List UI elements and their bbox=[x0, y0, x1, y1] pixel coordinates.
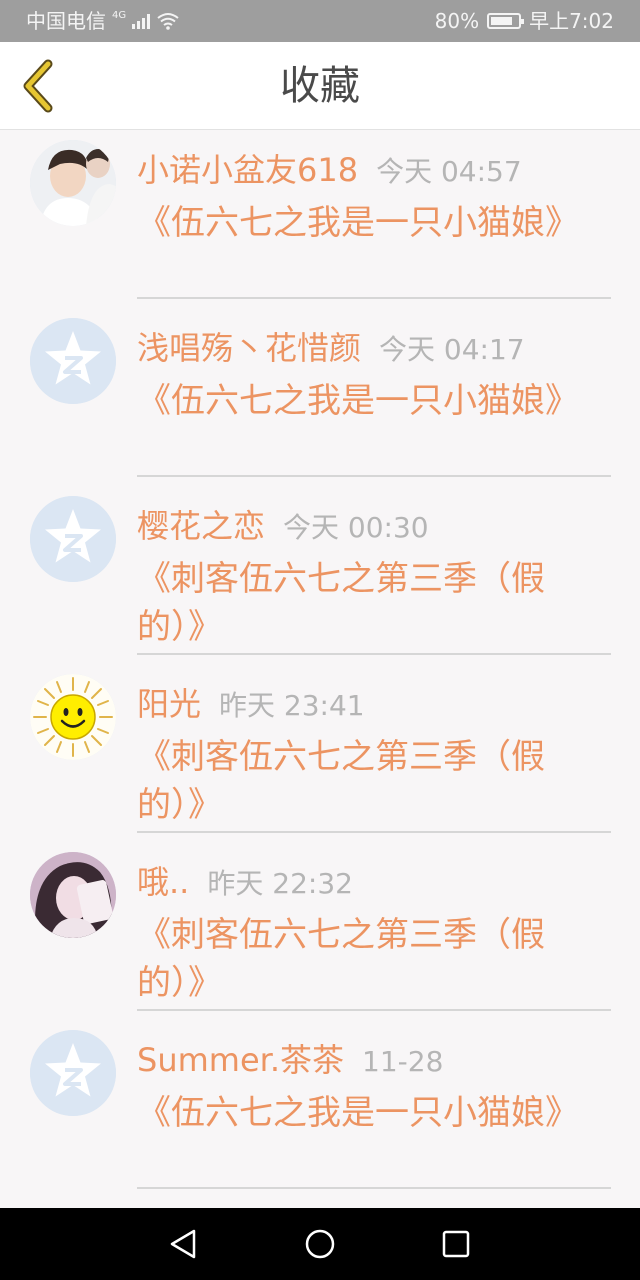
user-name[interactable]: Summer.茶茶 bbox=[137, 1035, 344, 1081]
signal-icon bbox=[132, 13, 151, 29]
photo-girl-icon bbox=[30, 852, 116, 938]
item-text: 阳光 昨天 23:41 《刺客伍六七之第三季（假的）》 bbox=[137, 679, 582, 829]
sun-smiley-icon bbox=[30, 674, 116, 760]
user-name[interactable]: 哦.. bbox=[137, 857, 189, 903]
item-time: 11-28 bbox=[362, 1045, 444, 1078]
book-title[interactable]: 《刺客伍六七之第三季（假的）》 bbox=[137, 911, 582, 1007]
item-time: 今天 04:57 bbox=[376, 155, 522, 188]
user-name[interactable]: 阳光 bbox=[137, 679, 201, 725]
book-title[interactable]: 《刺客伍六七之第三季（假的）》 bbox=[137, 555, 582, 651]
user-name[interactable]: 樱花之恋 bbox=[137, 501, 265, 547]
item-time: 今天 00:30 bbox=[283, 511, 429, 544]
item-text: Summer.茶茶 11-28 《伍六七之我是一只小猫娘》 bbox=[137, 1035, 582, 1137]
divider bbox=[137, 653, 611, 655]
user-name[interactable]: 小诺小盆友618 bbox=[137, 145, 358, 191]
avatar[interactable] bbox=[30, 1030, 116, 1116]
item-text: 小诺小盆友618 今天 04:57 《伍六七之我是一只小猫娘》 bbox=[137, 145, 582, 247]
carrier-label: 中国电信 bbox=[26, 9, 106, 33]
item-head: 浅唱殇丶花惜颜 今天 04:17 bbox=[137, 323, 582, 373]
avatar[interactable] bbox=[30, 140, 116, 226]
circle-home-icon[interactable] bbox=[302, 1226, 338, 1262]
item-head: 阳光 昨天 23:41 bbox=[137, 679, 582, 729]
list-item[interactable]: 浅唱殇丶花惜颜 今天 04:17 《伍六七之我是一只小猫娘》 bbox=[0, 309, 640, 487]
triangle-back-icon[interactable] bbox=[166, 1226, 202, 1262]
avatar[interactable] bbox=[30, 496, 116, 582]
book-title[interactable]: 《伍六七之我是一只小猫娘》 bbox=[137, 1089, 582, 1137]
item-text: 樱花之恋 今天 00:30 《刺客伍六七之第三季（假的）》 bbox=[137, 501, 582, 651]
user-name[interactable]: 浅唱殇丶花惜颜 bbox=[137, 323, 361, 369]
item-head: Summer.茶茶 11-28 bbox=[137, 1035, 582, 1085]
item-head: 樱花之恋 今天 00:30 bbox=[137, 501, 582, 551]
divider bbox=[137, 475, 611, 477]
avatar[interactable] bbox=[30, 674, 116, 760]
list-item[interactable]: 哦.. 昨天 22:32 《刺客伍六七之第三季（假的）》 bbox=[0, 843, 640, 1021]
battery-percent: 80% bbox=[434, 9, 480, 33]
wifi-icon bbox=[157, 13, 179, 30]
avatar[interactable] bbox=[30, 852, 116, 938]
divider bbox=[137, 1187, 611, 1189]
list-item[interactable]: 樱花之恋 今天 00:30 《刺客伍六七之第三季（假的）》 bbox=[0, 487, 640, 665]
system-nav-bar bbox=[0, 1208, 640, 1280]
divider bbox=[137, 297, 611, 299]
favorites-list: 小诺小盆友618 今天 04:57 《伍六七之我是一只小猫娘》 浅唱殇丶花惜颜 … bbox=[0, 131, 640, 1199]
status-left: 中国电信 4G bbox=[26, 0, 180, 42]
item-head: 小诺小盆友618 今天 04:57 bbox=[137, 145, 582, 195]
item-text: 浅唱殇丶花惜颜 今天 04:17 《伍六七之我是一只小猫娘》 bbox=[137, 323, 582, 425]
default-star-icon bbox=[30, 1030, 116, 1116]
square-recents-icon[interactable] bbox=[438, 1226, 474, 1262]
book-title[interactable]: 《刺客伍六七之第三季（假的）》 bbox=[137, 733, 582, 829]
network-type: 4G bbox=[112, 10, 127, 21]
item-text: 哦.. 昨天 22:32 《刺客伍六七之第三季（假的）》 bbox=[137, 857, 582, 1007]
item-time: 昨天 22:32 bbox=[207, 867, 353, 900]
book-title[interactable]: 《伍六七之我是一只小猫娘》 bbox=[137, 377, 582, 425]
app-header: 收藏 bbox=[0, 42, 640, 130]
item-head: 哦.. 昨天 22:32 bbox=[137, 857, 582, 907]
divider bbox=[137, 1009, 611, 1011]
list-item[interactable]: 阳光 昨天 23:41 《刺客伍六七之第三季（假的）》 bbox=[0, 665, 640, 843]
default-star-icon bbox=[30, 496, 116, 582]
book-title[interactable]: 《伍六七之我是一只小猫娘》 bbox=[137, 199, 582, 247]
item-time: 今天 04:17 bbox=[379, 333, 525, 366]
list-item[interactable]: Summer.茶茶 11-28 《伍六七之我是一只小猫娘》 bbox=[0, 1021, 640, 1199]
avatar[interactable] bbox=[30, 318, 116, 404]
clock: 早上7:02 bbox=[529, 9, 614, 33]
list-item[interactable]: 小诺小盆友618 今天 04:57 《伍六七之我是一只小猫娘》 bbox=[0, 131, 640, 309]
battery-icon bbox=[487, 13, 525, 29]
divider bbox=[137, 831, 611, 833]
status-bar: 中国电信 4G 80% 早上7:02 bbox=[0, 0, 640, 42]
page-title: 收藏 bbox=[280, 63, 360, 109]
item-time: 昨天 23:41 bbox=[219, 689, 365, 722]
photo-boy-icon bbox=[30, 140, 116, 226]
status-right: 80% 早上7:02 bbox=[435, 0, 614, 42]
default-star-icon bbox=[30, 318, 116, 404]
